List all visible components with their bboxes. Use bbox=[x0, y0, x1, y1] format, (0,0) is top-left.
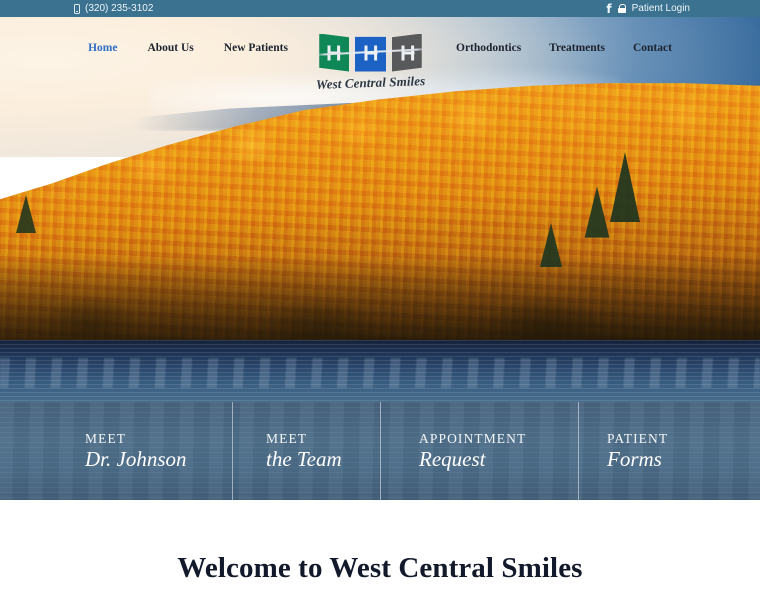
cta-line2: the Team bbox=[266, 447, 342, 472]
welcome-section: Welcome to West Central Smiles bbox=[0, 500, 760, 600]
hero-lake-shimmer bbox=[0, 358, 760, 388]
hero-forest-shadow bbox=[0, 255, 760, 345]
cta-line2: Forms bbox=[607, 447, 662, 472]
hero-conifer-tree bbox=[584, 186, 610, 238]
nav-item-orthodontics[interactable]: Orthodontics bbox=[456, 42, 521, 54]
cta-line1: MEET bbox=[85, 430, 127, 446]
site-logo[interactable]: West Central Smiles bbox=[312, 32, 430, 91]
nav-item-contact[interactable]: Contact bbox=[633, 42, 672, 54]
cta-line2: Request bbox=[419, 447, 486, 472]
facebook-icon[interactable]: f bbox=[606, 3, 611, 15]
nav-group-right: Orthodontics Treatments Contact bbox=[456, 42, 672, 54]
cta-line1: APPOINTMENT bbox=[419, 430, 527, 446]
page-root: (320) 235-3102 f Patient Login Home Abou… bbox=[0, 0, 760, 600]
phone-number[interactable]: (320) 235-3102 bbox=[85, 3, 153, 14]
main-navigation: Home About Us New Patients West Central … bbox=[0, 17, 760, 91]
cta-appointment-request[interactable]: APPOINTMENT Request bbox=[380, 402, 578, 500]
quick-links-band: MEET Dr. Johnson MEET the Team APPOINTME… bbox=[0, 402, 760, 500]
hero-conifer-tree bbox=[610, 152, 640, 222]
page-title: Welcome to West Central Smiles bbox=[177, 552, 583, 584]
logo-wordmark: West Central Smiles bbox=[316, 72, 426, 92]
hero-conifer-tree bbox=[16, 195, 36, 233]
nav-item-home[interactable]: Home bbox=[88, 42, 117, 54]
lock-icon bbox=[617, 4, 627, 13]
patient-login-link[interactable]: Patient Login bbox=[632, 3, 690, 14]
cta-line1: PATIENT bbox=[607, 430, 669, 446]
topbar-phone[interactable]: (320) 235-3102 bbox=[74, 3, 153, 14]
utility-topbar: (320) 235-3102 f Patient Login bbox=[0, 0, 760, 17]
cta-line2: Dr. Johnson bbox=[85, 447, 187, 472]
braces-tooth-logo-icon bbox=[316, 32, 426, 74]
nav-item-treatments[interactable]: Treatments bbox=[549, 42, 605, 54]
nav-item-new-patients[interactable]: New Patients bbox=[224, 42, 288, 54]
logo-panel-gray bbox=[392, 33, 423, 72]
topbar-account-links: f Patient Login bbox=[606, 3, 690, 15]
nav-group-left: Home About Us New Patients bbox=[88, 42, 288, 54]
cta-line1: MEET bbox=[266, 430, 308, 446]
hero-lake bbox=[0, 340, 760, 402]
cta-patient-forms[interactable]: PATIENT Forms bbox=[578, 402, 760, 500]
nav-item-about-us[interactable]: About Us bbox=[147, 42, 193, 54]
cta-meet-dr-johnson[interactable]: MEET Dr. Johnson bbox=[0, 402, 232, 500]
cta-meet-the-team[interactable]: MEET the Team bbox=[232, 402, 380, 500]
mobile-phone-icon bbox=[74, 3, 80, 14]
hero-conifer-tree bbox=[540, 223, 562, 267]
